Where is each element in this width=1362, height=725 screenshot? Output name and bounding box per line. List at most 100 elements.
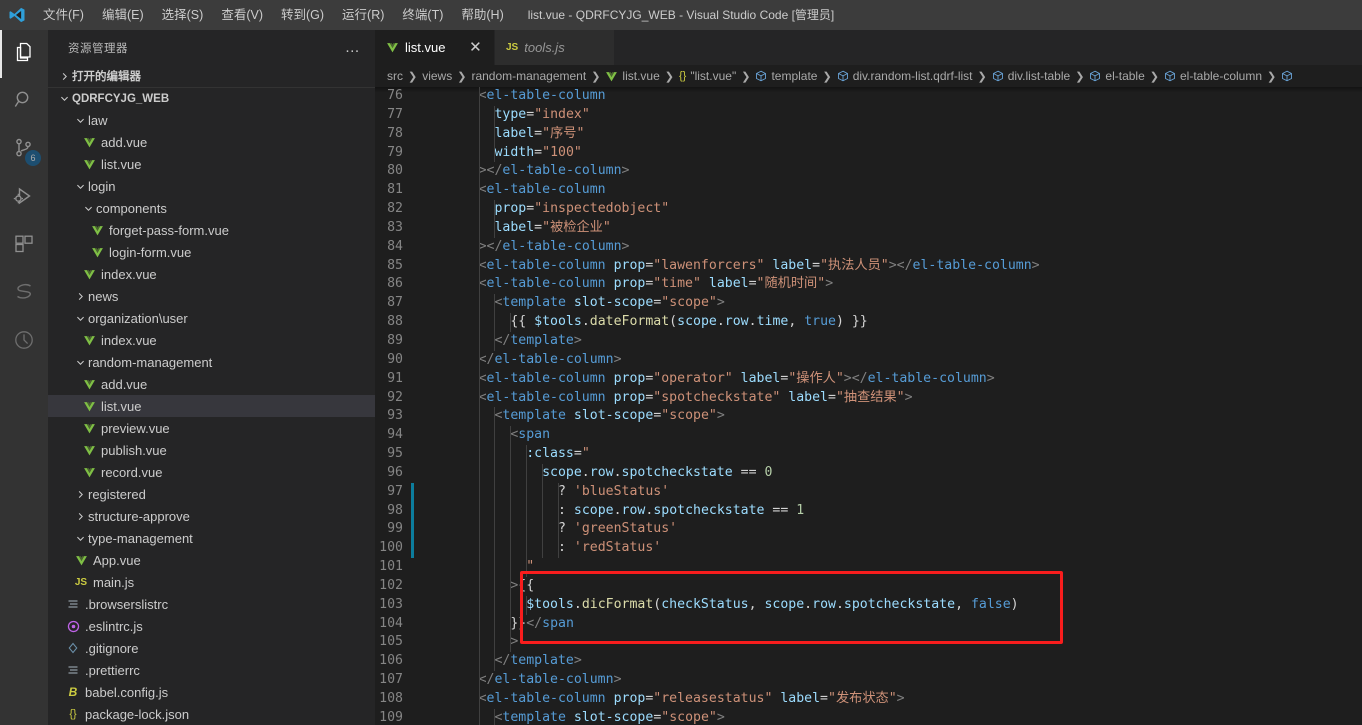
tree-item-organization-user[interactable]: organization\user	[48, 307, 375, 329]
code-text[interactable]: <template slot-scope="scope">	[423, 708, 725, 725]
activity-clock-history[interactable]	[0, 318, 48, 366]
code-text[interactable]: </template>	[423, 331, 582, 351]
tree-item-index-vue[interactable]: index.vue	[48, 329, 375, 351]
tree-item-browserslistrc[interactable]: .browserslistrc	[48, 593, 375, 615]
section-open-editors[interactable]: 打开的编辑器	[48, 65, 375, 87]
code-line[interactable]: 89 </template>	[375, 331, 1362, 351]
code-text[interactable]: </el-table-column>	[423, 350, 622, 370]
tree-item-law[interactable]: law	[48, 109, 375, 131]
breadcrumb-item-div-list-table[interactable]: div.list-table	[992, 69, 1070, 83]
menu-edit[interactable]: 编辑(E)	[93, 4, 153, 26]
code-line[interactable]: 101 "	[375, 558, 1362, 577]
code-line[interactable]: 83 label="被检企业"	[375, 218, 1362, 238]
code-line[interactable]: 79 width="100"	[375, 143, 1362, 163]
tree-item-gitignore[interactable]: .gitignore	[48, 637, 375, 659]
menu-go[interactable]: 转到(G)	[272, 4, 333, 26]
breadcrumb-item-random-management[interactable]: random-management	[471, 69, 586, 83]
code-text[interactable]: "	[423, 558, 534, 577]
chevron-right-icon[interactable]	[72, 291, 88, 302]
tree-item-index-vue[interactable]: index.vue	[48, 263, 375, 285]
tab-list-vue[interactable]: list.vue ✕	[375, 30, 495, 65]
file-tree[interactable]: law add.vue list.vue login components forget-…	[48, 109, 375, 725]
code-text[interactable]: <template slot-scope="scope">	[423, 407, 725, 427]
activity-extensions[interactable]	[0, 222, 48, 270]
code-editor[interactable]: 76 <el-table-column 77 type="index" 78 lab…	[375, 87, 1362, 725]
code-text[interactable]: width="100"	[423, 143, 582, 163]
chevron-down-icon[interactable]	[72, 357, 88, 368]
code-line[interactable]: 80 ></el-table-column>	[375, 162, 1362, 182]
chevron-down-icon[interactable]	[72, 313, 88, 324]
code-text[interactable]: <span	[423, 426, 550, 446]
breadcrumb-item-partial[interactable]	[1281, 70, 1297, 82]
code-text[interactable]: </template>	[423, 652, 582, 672]
activity-settings-sync[interactable]	[0, 270, 48, 318]
tree-item-registered[interactable]: registered	[48, 483, 375, 505]
code-line[interactable]: 97 ? 'blueStatus'	[375, 482, 1362, 502]
code-text[interactable]: <el-table-column prop = "releasestatus" la…	[423, 690, 905, 709]
code-text[interactable]: <el-table-column prop="time" label="随机时间…	[423, 275, 833, 295]
code-text[interactable]: <el-table-column	[423, 181, 606, 201]
tree-item-preview-vue[interactable]: preview.vue	[48, 417, 375, 439]
tree-item-main-js[interactable]: JS main.js	[48, 571, 375, 593]
code-text[interactable]: : 'redStatus'	[423, 539, 661, 559]
activity-source-control[interactable]: 6	[0, 126, 48, 174]
chevron-down-icon[interactable]	[80, 203, 96, 214]
tree-item-app-vue[interactable]: App.vue	[48, 549, 375, 571]
code-line[interactable]: 95 :class="	[375, 445, 1362, 464]
code-text[interactable]: >	[423, 633, 518, 653]
tree-item-forget-pass-form-vue[interactable]: forget-pass-form.vue	[48, 219, 375, 241]
tree-item-type-management[interactable]: type-management	[48, 527, 375, 549]
tree-item-package-lock-json[interactable]: {} package-lock.json	[48, 703, 375, 725]
code-line[interactable]: 88 {{ $tools.dateFormat(scope.row.time, …	[375, 313, 1362, 332]
breadcrumb-item-template[interactable]: template	[755, 69, 817, 83]
code-line[interactable]: 82 prop="inspectedobject"	[375, 200, 1362, 219]
tree-item-add-vue[interactable]: add.vue	[48, 131, 375, 153]
code-line[interactable]: 84 ></el-table-column>	[375, 237, 1362, 257]
code-text[interactable]: ? 'greenStatus'	[423, 520, 677, 540]
code-line[interactable]: 98 : scope.row.spotcheckstate == 1	[375, 501, 1362, 521]
code-line[interactable]: 109 <template slot-scope="scope">	[375, 708, 1362, 725]
code-text[interactable]: :class="	[423, 445, 590, 464]
tree-item-news[interactable]: news	[48, 285, 375, 307]
code-line[interactable]: 76 <el-table-column	[375, 87, 1362, 106]
code-line[interactable]: 96 scope.row.spotcheckstate == 0	[375, 463, 1362, 483]
code-text[interactable]: <el-table-column prop = "spotcheckstate" l…	[423, 388, 913, 408]
explorer-more-actions-button[interactable]: …	[345, 39, 365, 56]
code-text[interactable]: <el-table-column prop="operator" label="…	[423, 369, 995, 389]
code-line[interactable]: 102 >{{	[375, 576, 1362, 596]
chevron-right-icon[interactable]	[72, 511, 88, 522]
tree-item-publish-vue[interactable]: publish.vue	[48, 439, 375, 461]
code-text[interactable]: scope.row.spotcheckstate == 0	[423, 463, 772, 483]
code-text[interactable]: prop="inspectedobject"	[423, 200, 669, 219]
breadcrumb-item-list-vue[interactable]: {} "list.vue"	[679, 69, 736, 83]
breadcrumb-item-el-table-column[interactable]: el-table-column	[1164, 69, 1262, 83]
code-text[interactable]: $tools.dicFormat(checkStatus, scope.row.…	[423, 595, 1019, 615]
breadcrumb-item-src[interactable]: src	[387, 69, 403, 83]
code-line[interactable]: 78 label="序号"	[375, 124, 1362, 144]
code-text[interactable]: </el-table-column>	[423, 671, 622, 690]
code-line[interactable]: 104 }}</span	[375, 614, 1362, 634]
breadcrumb-item-div-random-list-qdrf-list[interactable]: div.random-list.qdrf-list	[837, 69, 973, 83]
breadcrumb-item-views[interactable]: views	[422, 69, 452, 83]
code-line[interactable]: 106 </template>	[375, 652, 1362, 672]
code-line[interactable]: 100 : 'redStatus'	[375, 539, 1362, 559]
menu-help[interactable]: 帮助(H)	[452, 4, 512, 26]
activity-run-debug[interactable]	[0, 174, 48, 222]
menu-run[interactable]: 运行(R)	[333, 4, 393, 26]
code-line[interactable]: 91 <el-table-column prop="operator" labe…	[375, 369, 1362, 389]
menu-file[interactable]: 文件(F)	[34, 4, 93, 26]
breadcrumb-item-list-vue[interactable]: list.vue	[605, 69, 660, 83]
tree-item-random-management[interactable]: random-management	[48, 351, 375, 373]
menu-terminal[interactable]: 终端(T)	[393, 4, 452, 26]
code-line[interactable]: 90 </el-table-column>	[375, 350, 1362, 370]
tree-item-list-vue[interactable]: list.vue	[48, 153, 375, 175]
code-line[interactable]: 81 <el-table-column	[375, 181, 1362, 201]
code-line[interactable]: 77 type="index"	[375, 105, 1362, 125]
code-line[interactable]: 87 <template slot-scope="scope">	[375, 294, 1362, 314]
chevron-right-icon[interactable]	[72, 489, 88, 500]
menu-bar[interactable]: 文件(F) 编辑(E) 选择(S) 查看(V) 转到(G) 运行(R) 终端(T…	[34, 0, 513, 30]
code-line[interactable]: 93 <template slot-scope="scope">	[375, 407, 1362, 427]
code-text[interactable]: <el-table-column	[423, 87, 606, 106]
tab-close-button[interactable]: ✕	[467, 40, 483, 55]
code-text[interactable]: ></el-table-column>	[423, 162, 629, 182]
